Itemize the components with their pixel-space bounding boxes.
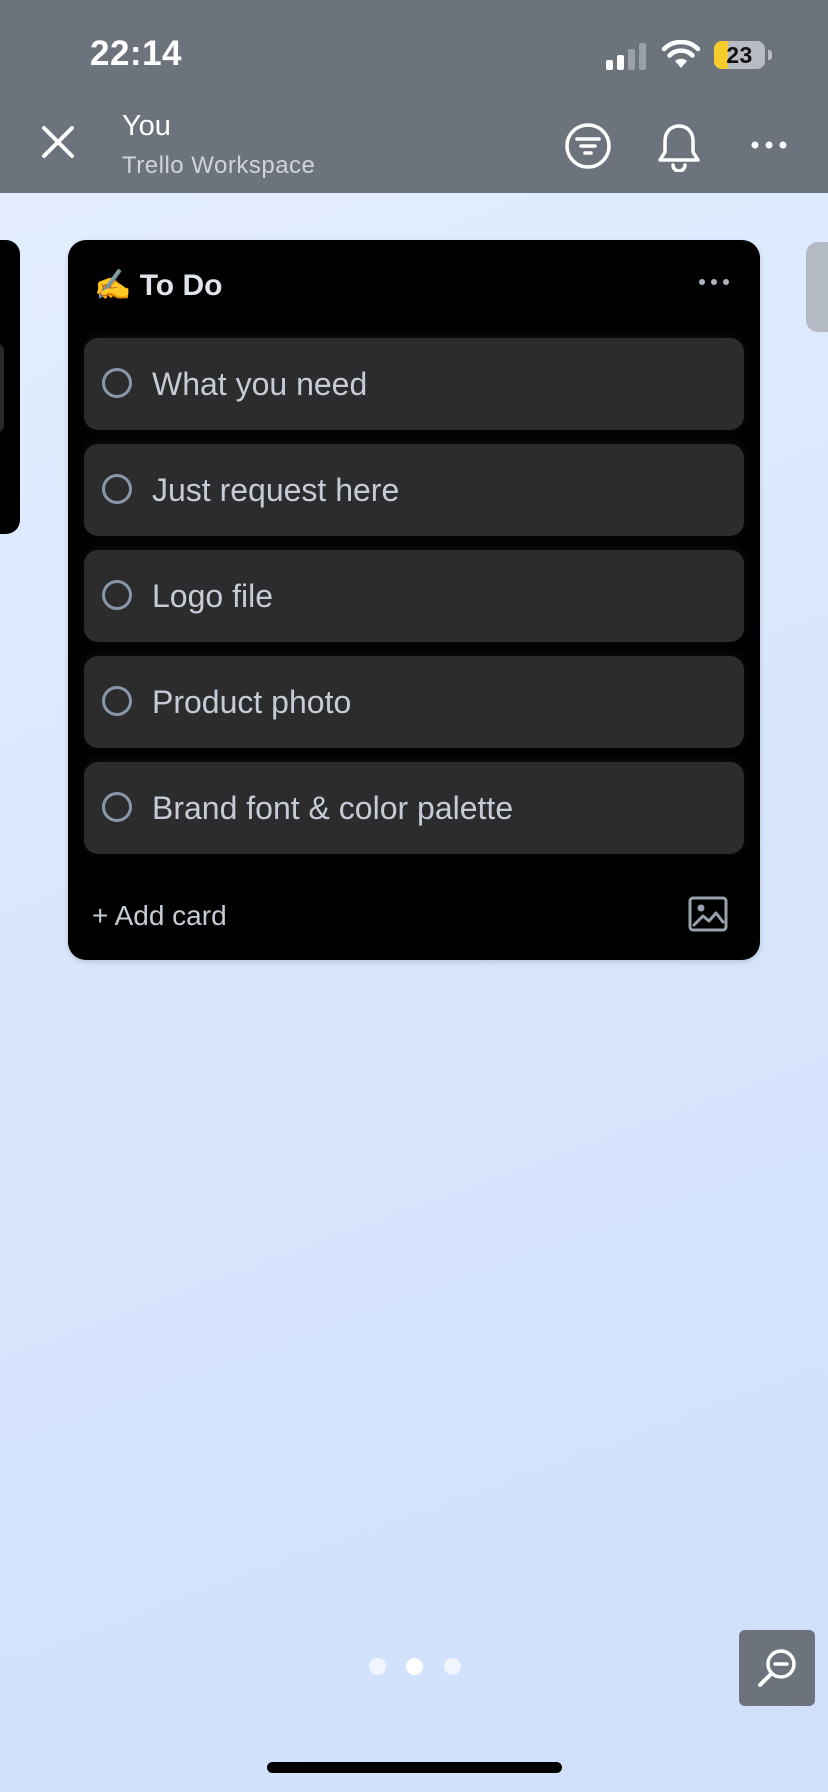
card-logo-file[interactable]: Logo file bbox=[84, 550, 744, 642]
card-title: What you need bbox=[152, 366, 368, 402]
more-icon[interactable] bbox=[750, 138, 788, 152]
next-list[interactable] bbox=[806, 242, 828, 332]
list-title[interactable]: ✍️ To Do bbox=[94, 268, 222, 303]
board-title: You bbox=[122, 110, 171, 142]
previous-list-card[interactable] bbox=[0, 343, 4, 433]
zoom-out-icon bbox=[758, 1649, 796, 1687]
cellular-signal-icon bbox=[606, 42, 648, 70]
page-dot-1[interactable] bbox=[369, 1658, 386, 1675]
list-more-icon[interactable] bbox=[694, 270, 734, 294]
page-dot-3[interactable] bbox=[444, 1658, 461, 1675]
image-icon[interactable] bbox=[688, 896, 728, 932]
top-bar: 22:14 23 You Trello Workspace bbox=[0, 0, 828, 193]
battery-icon: 23 bbox=[714, 41, 765, 69]
wifi-icon bbox=[661, 40, 701, 68]
card-title: Brand font & color palette bbox=[152, 790, 514, 826]
card-title: Just request here bbox=[152, 472, 400, 508]
card-complete-checkbox[interactable] bbox=[102, 686, 132, 716]
status-time: 22:14 bbox=[90, 34, 183, 73]
card-complete-checkbox[interactable] bbox=[102, 474, 132, 504]
workspace-name: Trello Workspace bbox=[122, 152, 316, 179]
card-complete-checkbox[interactable] bbox=[102, 580, 132, 610]
card-product-photo[interactable]: Product photo bbox=[84, 656, 744, 748]
card-title: Logo file bbox=[152, 578, 273, 614]
list-emoji: ✍️ bbox=[94, 269, 132, 302]
todo-list: ✍️ To Do What you need Just request here… bbox=[68, 240, 760, 960]
zoom-out-button[interactable] bbox=[739, 1630, 815, 1706]
filter-icon[interactable] bbox=[564, 122, 612, 170]
close-icon[interactable] bbox=[38, 122, 78, 162]
card-just-request-here[interactable]: Just request here bbox=[84, 444, 744, 536]
list-title-text: To Do bbox=[139, 269, 223, 302]
card-what-you-need[interactable]: What you need bbox=[84, 338, 744, 430]
card-complete-checkbox[interactable] bbox=[102, 792, 132, 822]
page-dot-2-active[interactable] bbox=[406, 1658, 423, 1675]
add-card-button[interactable]: + Add card bbox=[92, 900, 227, 932]
battery-cap bbox=[768, 50, 772, 60]
card-title: Product photo bbox=[152, 684, 352, 720]
battery-level: 23 bbox=[726, 42, 753, 68]
home-indicator[interactable] bbox=[267, 1762, 562, 1773]
card-complete-checkbox[interactable] bbox=[102, 368, 132, 398]
card-brand-font-color-palette[interactable]: Brand font & color palette bbox=[84, 762, 744, 854]
bell-icon[interactable] bbox=[656, 122, 702, 172]
